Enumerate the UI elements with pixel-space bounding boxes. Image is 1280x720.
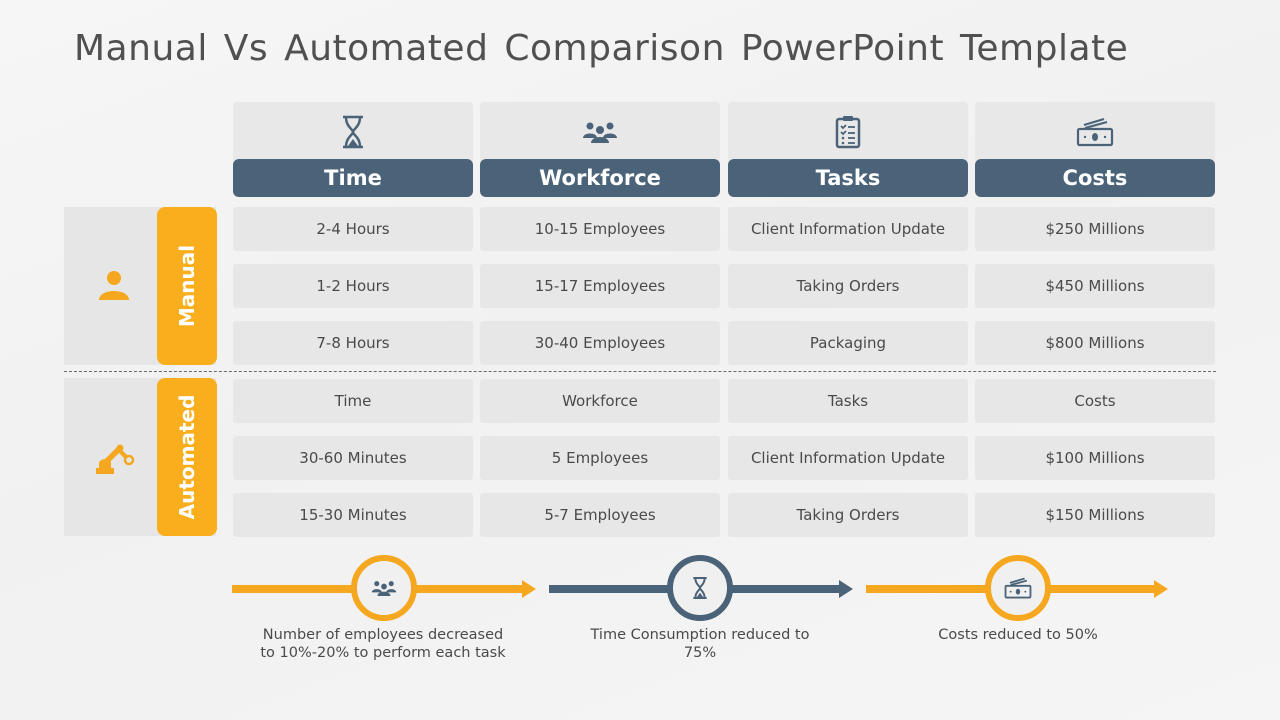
table-cell: $100 Millions [975, 436, 1215, 480]
hourglass-icon [693, 577, 707, 599]
table-cell: Tasks [728, 379, 968, 423]
table-cell: 5-7 Employees [480, 493, 720, 537]
clipboard-checklist-icon [828, 114, 868, 150]
section-divider [64, 371, 1216, 372]
column-header-label: Time [233, 159, 473, 197]
group-icon [580, 114, 620, 150]
column-header-time: Time [233, 102, 473, 197]
table-cell: Taking Orders [728, 493, 968, 537]
caption-line: to 10%-20% to perform each task [260, 645, 506, 661]
time-highlight-circle [667, 555, 733, 621]
employees-highlight-caption: Number of employees decreased to 10%-20%… [233, 626, 533, 662]
automated-section-label: Automated [175, 394, 199, 520]
column-header-tasks: Tasks [728, 102, 968, 197]
person-icon [94, 266, 134, 306]
table-cell: 2-4 Hours [233, 207, 473, 251]
manual-section-tab: Manual [157, 207, 217, 365]
table-cell: 15-17 Employees [480, 264, 720, 308]
automated-section-tab: Automated [157, 378, 217, 536]
caption-line: Costs reduced to 50% [938, 627, 1098, 643]
robot-arm-icon [94, 438, 135, 478]
costs-highlight-caption: Costs reduced to 50% [868, 626, 1168, 644]
table-cell: 15-30 Minutes [233, 493, 473, 537]
money-icon [1004, 577, 1032, 599]
group-icon [371, 581, 397, 596]
column-header-label: Workforce [480, 159, 720, 197]
table-cell: Costs [975, 379, 1215, 423]
column-header-label: Costs [975, 159, 1215, 197]
column-header-costs: Costs [975, 102, 1215, 197]
table-cell: $150 Millions [975, 493, 1215, 537]
money-icon [1075, 114, 1115, 150]
hourglass-icon [333, 114, 373, 150]
table-cell: 7-8 Hours [233, 321, 473, 365]
table-cell: Time [233, 379, 473, 423]
table-cell: $250 Millions [975, 207, 1215, 251]
costs-highlight-circle [985, 555, 1051, 621]
table-cell: Client Information Update [728, 207, 968, 251]
employees-highlight-circle [351, 555, 417, 621]
slide-title: Manual Vs Automated Comparison PowerPoin… [74, 28, 1129, 69]
table-cell: Workforce [480, 379, 720, 423]
table-cell: 5 Employees [480, 436, 720, 480]
table-cell: 1-2 Hours [233, 264, 473, 308]
table-cell: Client Information Update [728, 436, 968, 480]
manual-section-label: Manual [175, 244, 199, 328]
table-cell: 30-60 Minutes [233, 436, 473, 480]
time-highlight-caption: Time Consumption reduced to 75% [550, 626, 850, 662]
column-header-workforce: Workforce [480, 102, 720, 197]
table-cell: $450 Millions [975, 264, 1215, 308]
column-header-label: Tasks [728, 159, 968, 197]
caption-line: Number of employees decreased [262, 627, 504, 643]
caption-line: Time Consumption reduced to [590, 627, 810, 643]
table-cell: 30-40 Employees [480, 321, 720, 365]
table-cell: 10-15 Employees [480, 207, 720, 251]
table-cell: Taking Orders [728, 264, 968, 308]
table-cell: $800 Millions [975, 321, 1215, 365]
table-cell: Packaging [728, 321, 968, 365]
caption-line: 75% [683, 645, 717, 661]
